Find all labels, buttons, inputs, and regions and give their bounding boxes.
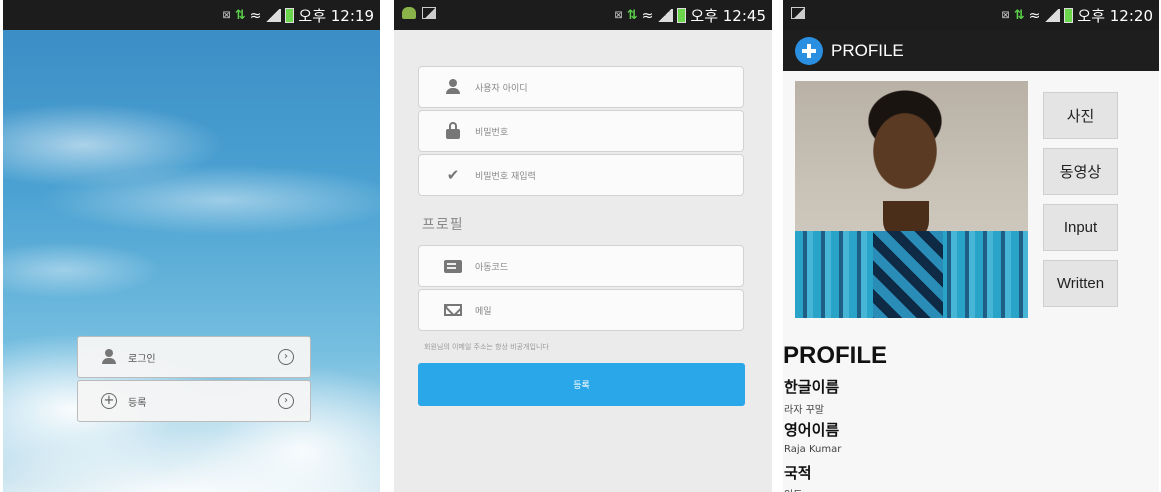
password-placeholder: 비밀번호 <box>475 127 509 138</box>
image-icon <box>422 7 436 19</box>
password-confirm-field[interactable]: ✔ 비밀번호 재입력 <box>418 154 744 196</box>
image-icon <box>791 7 805 19</box>
data-icon: ⇅ <box>1013 8 1025 23</box>
child-code-placeholder: 아동코드 <box>475 262 509 273</box>
status-time: 오후 12:45 <box>690 7 766 25</box>
wifi-icon: ≈ <box>249 7 262 24</box>
korean-name-value: 라자 꾸말 <box>784 405 824 416</box>
english-name-value: Raja Kumar <box>784 444 842 455</box>
battery-icon <box>285 8 295 23</box>
status-bar: ⊠ ⇅ ≈ 오후 12:20 <box>783 0 1159 30</box>
signal-icon <box>657 9 674 22</box>
register-menu-item[interactable]: + 등록 › <box>77 380 311 422</box>
sim-icon: ⊠ <box>614 10 623 21</box>
user-icon <box>102 349 116 365</box>
data-icon: ⇅ <box>234 8 246 23</box>
korean-name-label: 한글이름 <box>784 378 840 396</box>
input-button[interactable]: Input <box>1043 204 1118 251</box>
register-screen: ⊠ ⇅ ≈ 오후 12:45 사용자 아이디 비밀번호 ✔ 비밀번호 재입력 프… <box>394 0 772 492</box>
nationality-value: 인도 <box>784 486 802 492</box>
chevron-right-icon: › <box>278 349 294 365</box>
register-label: 등록 <box>128 397 147 409</box>
english-name-label: 영어이름 <box>784 421 840 439</box>
user-icon <box>446 79 460 95</box>
login-screen: ⊠ ⇅ ≈ 오후 12:19 로그인 › + 등록 › <box>3 0 380 492</box>
app-bar: PROFILE <box>783 30 1159 71</box>
status-time: 오후 12:19 <box>298 7 374 25</box>
sim-icon: ⊠ <box>1001 10 1010 21</box>
sky-background <box>3 30 380 492</box>
status-bar: ⊠ ⇅ ≈ 오후 12:45 <box>394 0 772 30</box>
profile-section-title: 프로필 <box>422 217 464 233</box>
wifi-icon: ≈ <box>641 7 654 24</box>
password-confirm-placeholder: 비밀번호 재입력 <box>475 171 536 182</box>
battery-icon <box>677 8 687 23</box>
wifi-icon: ≈ <box>1028 7 1041 24</box>
nationality-label: 국적 <box>784 464 812 482</box>
signal-icon <box>1044 9 1061 22</box>
login-menu-item[interactable]: 로그인 › <box>77 336 311 378</box>
profile-photo <box>795 81 1028 318</box>
check-icon: ✔ <box>446 166 460 184</box>
app-title: PROFILE <box>831 40 904 60</box>
profile-heading: PROFILE <box>783 342 888 369</box>
status-bar: ⊠ ⇅ ≈ 오후 12:19 <box>3 0 380 30</box>
card-icon <box>444 259 462 273</box>
privacy-note: 회원님의 이메일 주소는 항상 비공개입니다 <box>424 343 549 351</box>
signal-icon <box>265 9 282 22</box>
email-field[interactable]: 메일 <box>418 289 744 331</box>
lock-icon <box>446 122 460 139</box>
app-logo-icon <box>795 36 823 65</box>
video-button[interactable]: 동영상 <box>1043 148 1118 195</box>
plus-icon: + <box>101 393 117 409</box>
email-placeholder: 메일 <box>475 306 492 317</box>
user-id-field[interactable]: 사용자 아이디 <box>418 66 744 108</box>
photo-button[interactable]: 사진 <box>1043 92 1118 139</box>
battery-icon <box>1064 8 1074 23</box>
profile-screen: ⊠ ⇅ ≈ 오후 12:20 PROFILE 사진 동영상 Input Writ… <box>783 0 1159 492</box>
mail-icon <box>444 304 462 316</box>
child-code-field[interactable]: 아동코드 <box>418 245 744 287</box>
sim-icon: ⊠ <box>222 10 231 21</box>
data-icon: ⇅ <box>626 8 638 23</box>
android-icon <box>402 7 416 19</box>
login-label: 로그인 <box>128 353 156 365</box>
submit-button[interactable]: 등록 <box>418 363 745 406</box>
password-field[interactable]: 비밀번호 <box>418 110 744 152</box>
chevron-right-icon: › <box>278 393 294 409</box>
user-id-placeholder: 사용자 아이디 <box>475 83 528 94</box>
status-time: 오후 12:20 <box>1077 7 1153 25</box>
written-button[interactable]: Written <box>1043 260 1118 307</box>
